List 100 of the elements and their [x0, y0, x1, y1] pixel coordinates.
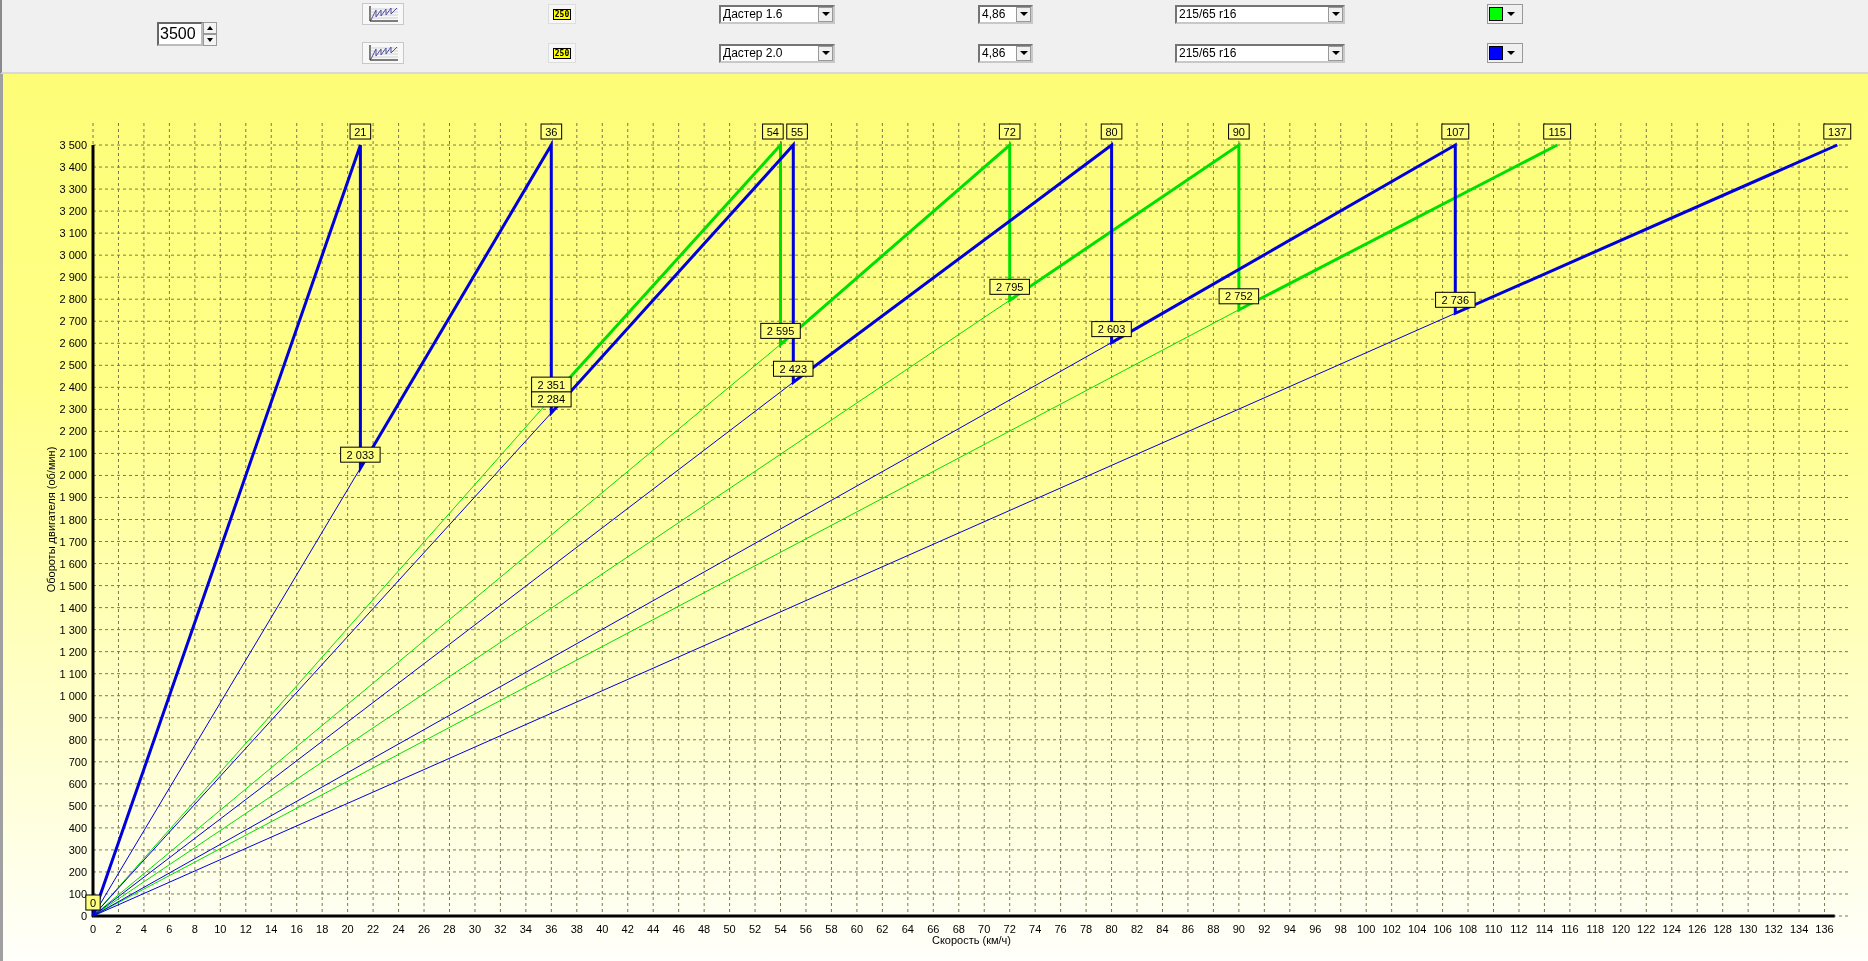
- axis-tick-label: 18: [316, 923, 329, 935]
- axis-tick-label: 2 100: [59, 447, 87, 460]
- axis-tick-label: 106: [1433, 923, 1452, 935]
- axis-tick-label: 128: [1713, 923, 1732, 935]
- annotation: 55: [790, 125, 804, 138]
- x-axis-title: Скорость (км/ч): [932, 934, 1011, 946]
- axis-tick-label: 2 400: [59, 381, 87, 394]
- caret-icon: [818, 6, 833, 22]
- axis-tick-label: 16: [290, 923, 303, 935]
- y-axis-title: Обороты двигателя (об/мин): [45, 446, 57, 593]
- axis-tick-label: 96: [1309, 923, 1322, 935]
- annotation: 137: [1828, 125, 1847, 138]
- axis-tick-label: 2 600: [59, 337, 87, 350]
- annotation: 80: [1105, 125, 1118, 138]
- value-label: 2 423: [773, 360, 814, 377]
- color-picker[interactable]: [1487, 4, 1523, 24]
- model-dropdown[interactable]: Дастер 2.0: [719, 43, 835, 63]
- up-arrow-icon: [207, 25, 213, 30]
- axis-tick-label: 64: [901, 923, 914, 935]
- axis-tick-label: 0: [80, 910, 87, 922]
- axis-tick-label: 600: [68, 777, 87, 790]
- axis-tick-label: 108: [1458, 923, 1478, 935]
- axis-tick-label: 72: [1003, 923, 1016, 935]
- axis-tick-label: 30: [468, 923, 482, 935]
- value-label: 54: [762, 123, 784, 140]
- axis-tick-label: 98: [1334, 923, 1347, 935]
- rpm-input[interactable]: 3500: [157, 21, 203, 46]
- axis-tick-label: 94: [1283, 923, 1296, 935]
- annotation: 2 603: [1097, 323, 1126, 336]
- axis-tick-label: 82: [1130, 923, 1144, 935]
- axis-tick-label: 70: [978, 923, 991, 935]
- axis-tick-label: 110: [1484, 923, 1503, 935]
- axis-tick-label: 50: [723, 923, 736, 935]
- axis-tick-label: 40: [596, 923, 609, 935]
- caret-icon: [1328, 45, 1343, 61]
- axis-tick-label: 60: [850, 923, 864, 935]
- axis-tick-label: 28: [443, 923, 456, 935]
- axis-tick-label: 3 300: [59, 183, 87, 196]
- value-label: 2 603: [1091, 321, 1132, 338]
- axis-tick-label: 1 900: [59, 491, 87, 504]
- axis-tick-label: 48: [698, 923, 711, 935]
- axis-tick-label: 200: [68, 865, 87, 878]
- axis-tick-label: 100: [68, 887, 87, 900]
- ratio-dropdown[interactable]: 4,86: [978, 4, 1033, 24]
- chart-view-button[interactable]: [362, 3, 404, 25]
- color-picker[interactable]: [1487, 43, 1523, 63]
- axis-tick-label: 1 000: [59, 689, 87, 702]
- annotation: 2 423: [779, 362, 808, 375]
- speed-sign-button[interactable]: 250: [548, 43, 576, 63]
- line-chart-icon: [367, 5, 399, 23]
- axis-tick-label: 114: [1535, 923, 1554, 935]
- annotation: 21: [354, 125, 367, 138]
- axis-tick-label: 104: [1407, 923, 1427, 935]
- value-label: 2 033: [340, 446, 381, 463]
- axis-tick-label: 20: [341, 923, 354, 935]
- axis-tick-label: 3 000: [59, 249, 87, 262]
- line-chart-icon: [367, 44, 399, 62]
- axis-tick-label: 92: [1258, 923, 1271, 935]
- axis-tick-label: 130: [1738, 923, 1758, 935]
- ratio-dropdown[interactable]: 4,86: [978, 43, 1033, 63]
- tire-dropdown[interactable]: 215/65 r16: [1175, 4, 1345, 24]
- axis-tick-label: 1 800: [59, 513, 87, 526]
- value-label: 55: [786, 123, 808, 140]
- annotation: 72: [1003, 125, 1016, 138]
- down-arrow-icon: [207, 37, 213, 42]
- axis-tick-label: 800: [68, 733, 87, 746]
- axis-tick-label: 1 400: [59, 601, 87, 614]
- value-label: 115: [1543, 123, 1572, 140]
- axis-tick-label: 88: [1207, 923, 1220, 935]
- axis-tick-label: 56: [799, 923, 813, 935]
- annotation: 90: [1232, 125, 1245, 138]
- annotation: 0: [89, 896, 97, 909]
- spin-up-button[interactable]: [203, 21, 217, 34]
- axis-tick-label: 10: [214, 923, 227, 935]
- model-dropdown[interactable]: Дастер 1.6: [719, 4, 835, 24]
- axis-tick-label: 6: [166, 923, 173, 935]
- chart-view-button[interactable]: [362, 42, 404, 64]
- axis-tick-label: 400: [68, 821, 87, 834]
- value-label: 107: [1441, 123, 1470, 140]
- axis-tick-label: 32: [494, 923, 507, 935]
- axis-tick-label: 42: [621, 923, 634, 935]
- annotation: 2 351: [537, 378, 566, 391]
- annotation: 54: [766, 125, 780, 138]
- axis-tick-label: 2 000: [59, 469, 87, 482]
- value-label: 2 752: [1218, 288, 1260, 305]
- value-label: 2 595: [760, 322, 801, 339]
- axis-tick-label: 76: [1054, 923, 1067, 935]
- axis-tick-label: 126: [1688, 923, 1707, 935]
- axis-tick-label: 1 600: [59, 557, 87, 570]
- speed-sign-button[interactable]: 250: [548, 4, 576, 24]
- annotation: 2 736: [1441, 293, 1470, 306]
- axis-tick-label: 0: [89, 923, 97, 935]
- axis-tick-label: 84: [1156, 923, 1169, 935]
- caret-icon: [1016, 6, 1031, 22]
- axis-tick-label: 78: [1079, 923, 1093, 935]
- axis-tick-label: 700: [68, 755, 87, 768]
- tire-dropdown[interactable]: 215/65 r16: [1175, 43, 1345, 63]
- axis-tick-label: 2 200: [59, 425, 87, 438]
- annotation: 115: [1548, 125, 1566, 138]
- axis-tick-label: 118: [1586, 923, 1605, 935]
